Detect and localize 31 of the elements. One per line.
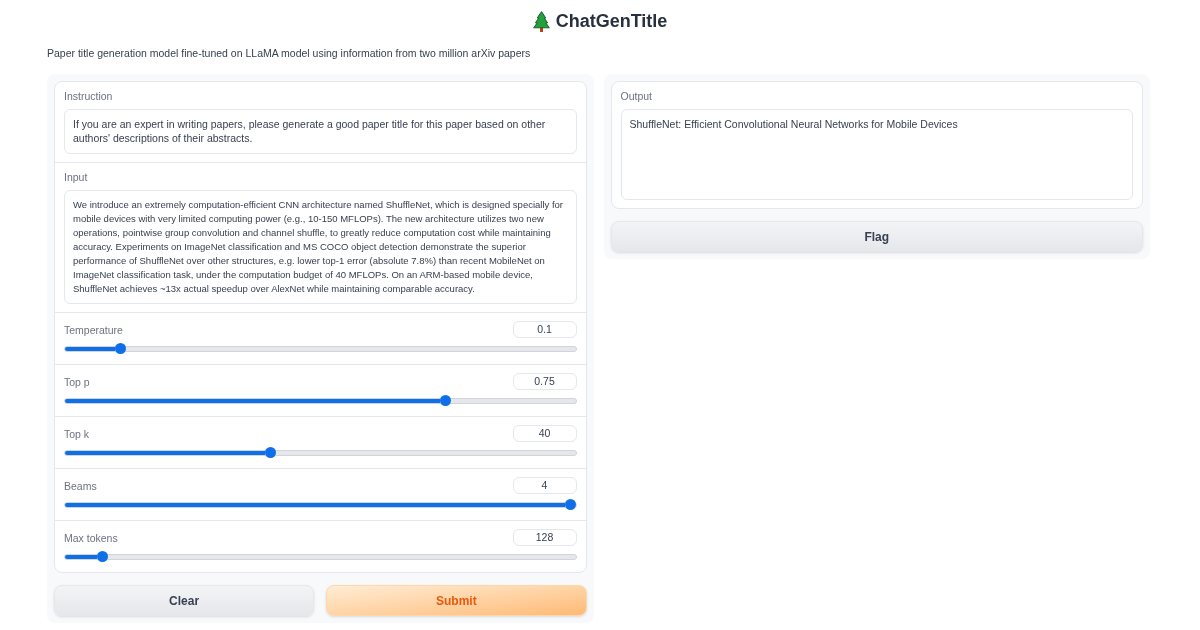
slider-track[interactable] — [64, 345, 577, 352]
text-field[interactable]: We introduce an extremely computation-efficient CNN architecture named ShuffleNet, which is designed specially for mobile devices with very limited computing power (e.g., 10-150 MFLOPs). The new architecture utilizes two new operations, pointwise group convolution and channel shuffle, to greatly reduce computation cost while maintaining accuracy. Experiments on ImageNet classification and MS COCO object detection demonstrate the superior performance of ShuffleNet over other structures, e.g. lower top-1 error (absolute 7.8%) than recent MobileNet on ImageNet classification task, under the computation budget of 40 MFLOPs. On an ARM-based mobile device, ShuffleNet achieves ~13x actual speedup over AlexNet while maintaining comparable accuracy. — [64, 190, 577, 304]
field-label: Output — [620, 89, 653, 103]
slider-thumb[interactable] — [114, 343, 126, 354]
text-field[interactable]: If you are an expert in writing papers, please generate a good paper title for this paper based on other authors' descriptions of their abstracts. — [64, 109, 577, 154]
text-field[interactable]: ShuffleNet: Efficient Convolutional Neural Networks for Mobile Devices — [620, 109, 1133, 200]
slider-track[interactable] — [64, 501, 577, 508]
slider-thumb[interactable] — [264, 447, 276, 458]
slider-track[interactable] — [64, 553, 577, 560]
slider-track[interactable] — [64, 397, 577, 404]
number-field[interactable]: 0.75 — [512, 373, 577, 390]
number-field[interactable]: 4 — [512, 477, 577, 494]
slider-label: Max tokens — [64, 530, 118, 545]
app-description: Paper title generation model fine-tuned on LLaMA model using information from two million arXiv papers — [47, 46, 531, 60]
app-title: ChatGenTitle — [555, 10, 668, 33]
slider-thumb[interactable] — [564, 499, 576, 510]
slider-label: Beams — [64, 478, 97, 493]
slider-thumb[interactable] — [96, 551, 108, 562]
number-field[interactable]: 128 — [512, 529, 577, 546]
slider-label: Temperature — [64, 322, 123, 337]
slider-label: Top p — [64, 374, 90, 389]
slider-label: Top k — [64, 426, 90, 441]
number-field[interactable]: 0.1 — [512, 321, 577, 338]
field-label: Instruction — [64, 89, 113, 103]
slider-track[interactable] — [64, 449, 577, 456]
tree-icon — [532, 10, 550, 32]
flag-button[interactable]: Flag — [610, 221, 1143, 252]
field-label: Input — [64, 170, 88, 184]
slider-thumb[interactable] — [439, 395, 451, 406]
clear-button[interactable]: Clear — [54, 585, 315, 616]
number-field[interactable]: 40 — [512, 425, 577, 442]
